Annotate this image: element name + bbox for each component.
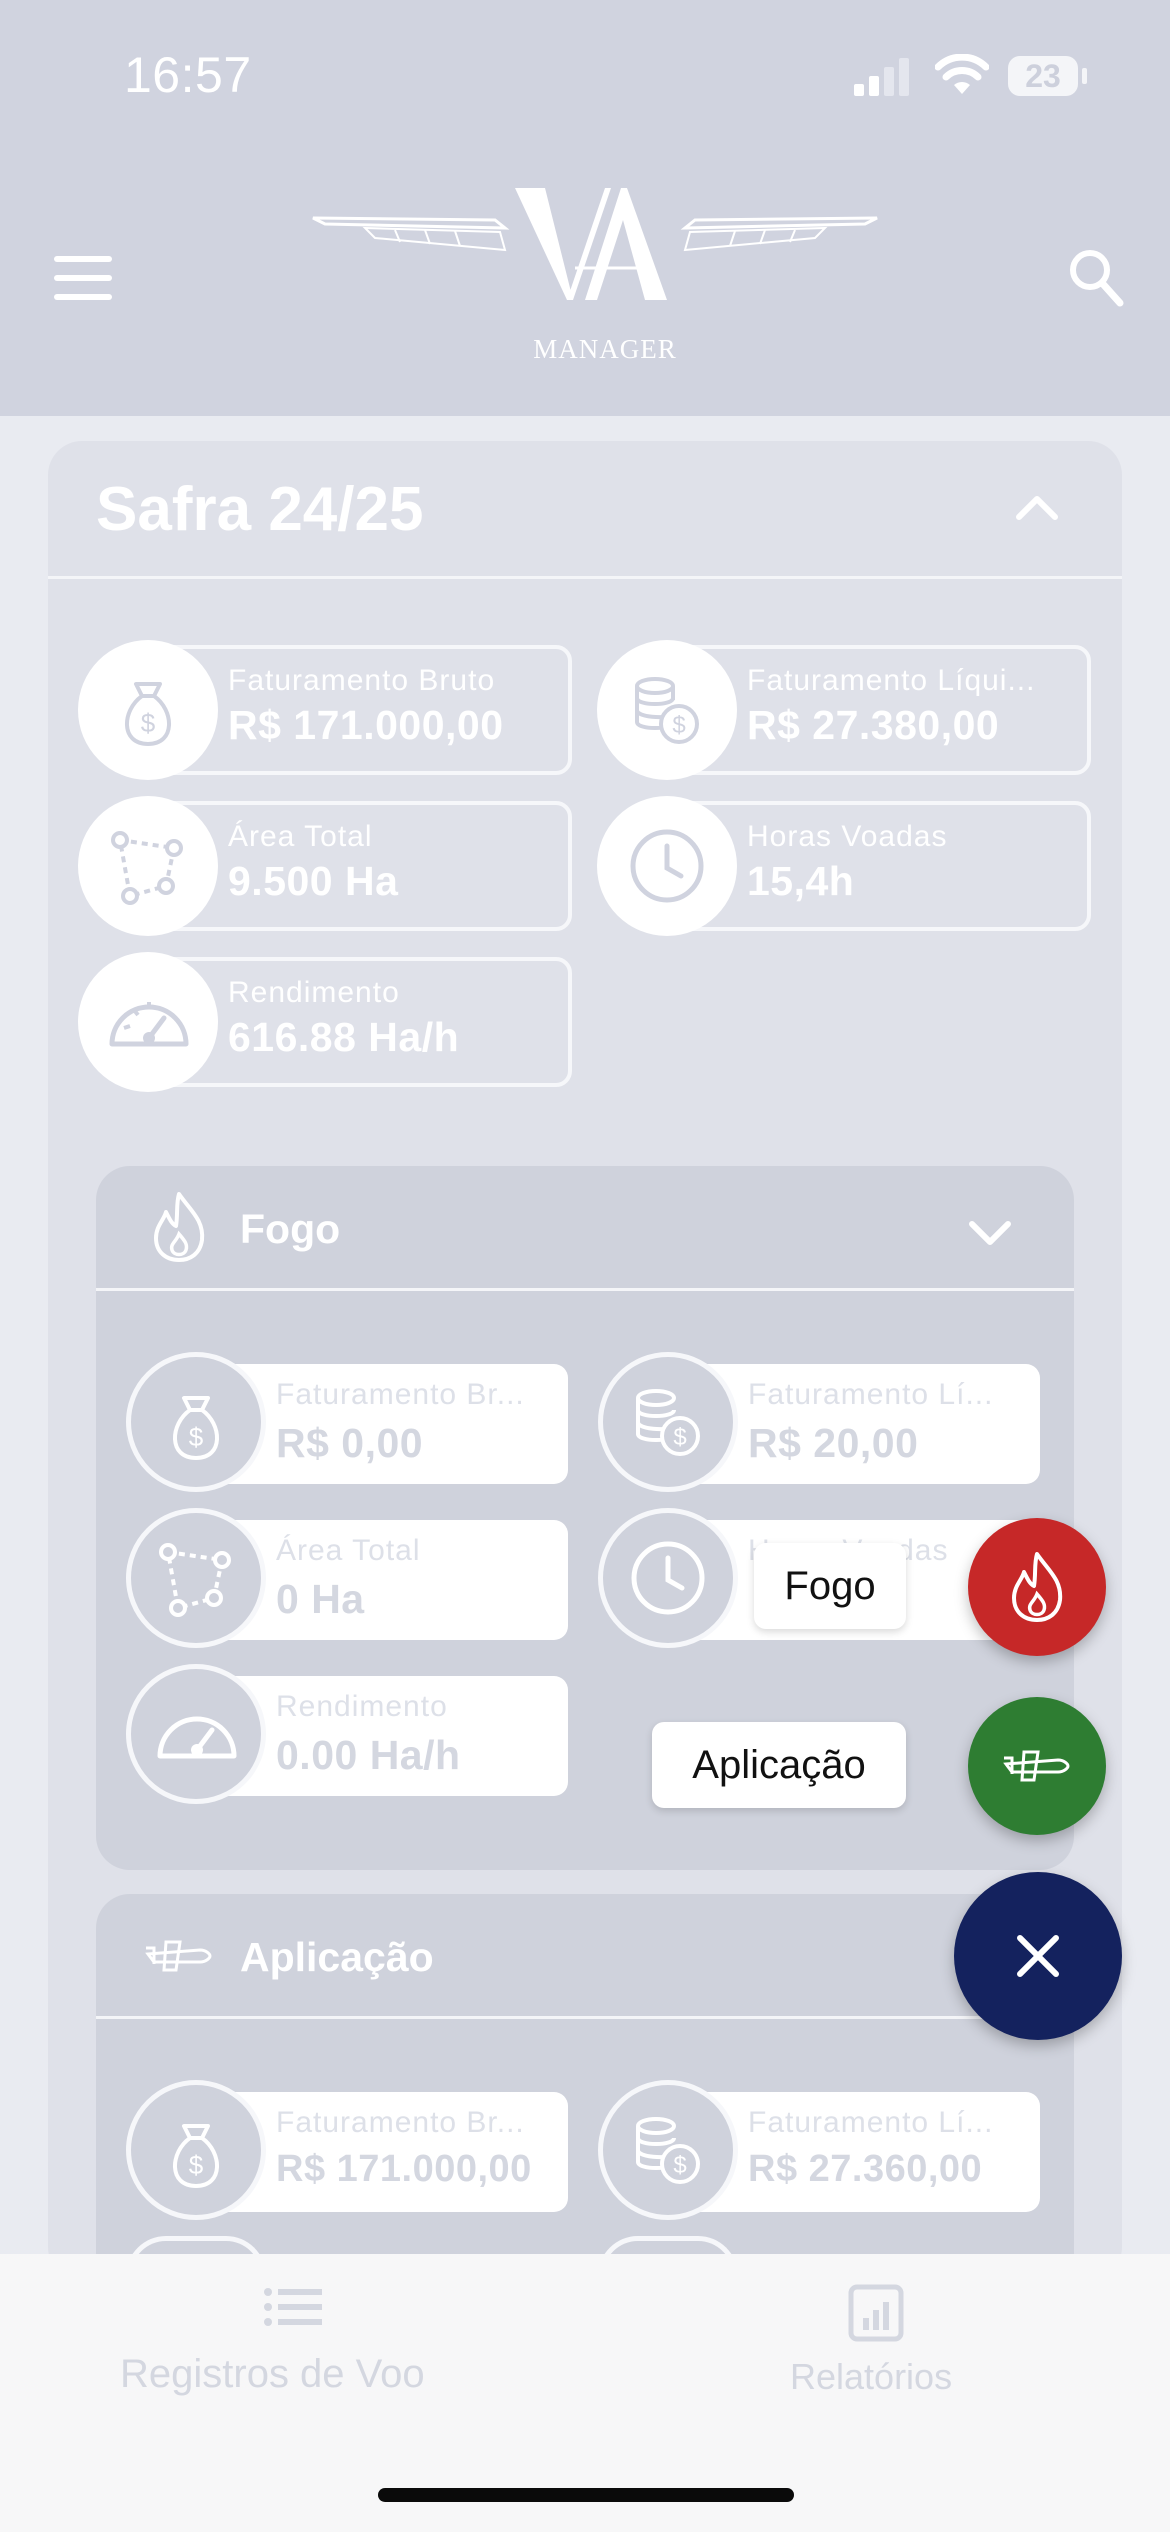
- wifi-icon: [935, 54, 989, 94]
- svg-text:$: $: [672, 712, 685, 739]
- home-indicator: [378, 2488, 794, 2502]
- gauge-icon: [157, 1716, 237, 1759]
- stat-value: R$ 171.000,00: [228, 702, 504, 748]
- money-bag-icon: $: [173, 1396, 219, 1460]
- stat-label: Faturamento Bruto: [228, 664, 496, 697]
- tab-registros-de-voo[interactable]: Registros de Voo: [100, 2280, 484, 2410]
- list-icon: [264, 2288, 322, 2326]
- svg-text:$: $: [673, 2152, 686, 2179]
- svg-text:$: $: [189, 2150, 204, 2180]
- svg-text:$: $: [673, 1424, 686, 1451]
- close-icon: [1017, 1935, 1059, 1977]
- airplane-icon: [145, 1940, 212, 1972]
- stat-value: 616.88 Ha/h: [228, 1014, 460, 1060]
- chevron-up-icon[interactable]: [1015, 493, 1059, 523]
- svg-text:$: $: [189, 1422, 204, 1452]
- stat-label: Faturamento Líqui...: [747, 664, 1036, 697]
- tab-label: Registros de Voo: [120, 2352, 425, 2396]
- stat-value: R$ 27.380,00: [747, 702, 1000, 748]
- clock-icon: [630, 829, 704, 903]
- clock-icon: [631, 1541, 705, 1615]
- stat-value: R$ 20,00: [748, 1420, 919, 1466]
- stat-label: Faturamento Lí...: [748, 1378, 994, 1411]
- battery-indicator: 23: [1008, 56, 1078, 96]
- gauge-icon: [109, 1002, 189, 1047]
- stat-value: R$ 171.000,00: [276, 2148, 532, 2190]
- area-polygon-icon: [111, 831, 183, 905]
- logo-subtitle: MANAGER: [533, 334, 677, 364]
- coins-icon: $: [636, 1389, 700, 1456]
- fab-fogo-button[interactable]: [968, 1518, 1106, 1656]
- hamburger-menu-icon[interactable]: [54, 256, 112, 300]
- chevron-down-icon[interactable]: [968, 1218, 1012, 1248]
- stat-label: Área Total: [228, 820, 373, 853]
- tab-label: Relatórios: [790, 2356, 953, 2397]
- fogo-title: Fogo: [240, 1206, 341, 1252]
- fire-icon: [154, 1192, 205, 1262]
- stat-label: Faturamento Br...: [276, 2106, 525, 2139]
- signal-icon: [854, 58, 909, 96]
- stat-value: 0 Ha: [276, 1576, 365, 1622]
- svg-text:$: $: [141, 708, 156, 738]
- stat-label: Área Total: [276, 1534, 421, 1567]
- area-polygon-icon: [159, 1543, 231, 1617]
- money-bag-icon: $: [125, 682, 171, 746]
- stat-value: R$ 27.360,00: [748, 2148, 983, 2190]
- stat-value: 9.500 Ha: [228, 858, 399, 904]
- stat-value: 15,4h: [747, 858, 855, 904]
- stat-label: Horas Voadas: [747, 820, 948, 853]
- fab-aplicacao-label[interactable]: Aplicação: [652, 1722, 906, 1808]
- stat-label: Faturamento Lí...: [748, 2106, 994, 2139]
- stat-value: R$ 0,00: [276, 1420, 424, 1466]
- safra-title: Safra 24/25: [96, 475, 424, 544]
- stat-label: Rendimento: [276, 1690, 448, 1723]
- fab-aplicacao-button[interactable]: [968, 1697, 1106, 1835]
- fab-close-button[interactable]: [954, 1872, 1122, 2040]
- fogo-header-divider: [96, 1288, 1074, 1291]
- coins-icon: $: [636, 2117, 700, 2184]
- coins-icon: $: [635, 677, 699, 744]
- search-icon[interactable]: [1068, 248, 1124, 308]
- status-time: 16:57: [124, 47, 252, 103]
- tab-relatorios[interactable]: Relatórios: [770, 2280, 990, 2410]
- stat-label: Faturamento Br...: [276, 1378, 525, 1411]
- money-bag-icon: $: [173, 2124, 219, 2188]
- bar-chart-icon: [848, 2284, 904, 2342]
- battery-nub: [1082, 68, 1087, 84]
- aplicacao-next-row-peek: [126, 2236, 1040, 2276]
- stat-value: 0.00 Ha/h: [276, 1732, 461, 1778]
- aplicacao-title: Aplicação: [240, 1934, 434, 1980]
- fab-fogo-label[interactable]: Fogo: [754, 1543, 906, 1629]
- aplicacao-header-divider: [96, 2016, 1074, 2019]
- stat-label: Rendimento: [228, 976, 400, 1009]
- airplane-icon: [1003, 1750, 1070, 1782]
- fire-icon: [1012, 1552, 1063, 1622]
